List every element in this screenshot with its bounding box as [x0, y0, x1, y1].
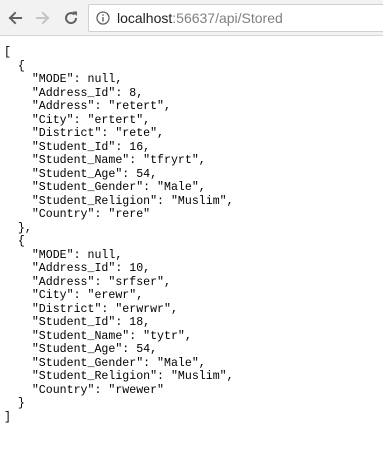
browser-toolbar: localhost:56637/api/Stored: [0, 0, 383, 36]
forward-button[interactable]: [31, 6, 55, 30]
reload-button[interactable]: [59, 6, 83, 30]
forward-arrow-icon: [36, 11, 50, 25]
url-text[interactable]: localhost:56637/api/Stored: [117, 5, 283, 31]
json-response-body: [ { "MODE": null, "Address_Id": 8, "Addr…: [4, 46, 234, 424]
back-button[interactable]: [3, 6, 27, 30]
url-path: :56637/api/Stored: [172, 10, 283, 26]
address-bar[interactable]: localhost:56637/api/Stored: [88, 4, 383, 32]
info-icon[interactable]: [96, 11, 110, 25]
reload-icon: [65, 11, 78, 25]
url-host: localhost: [117, 10, 173, 26]
back-arrow-icon: [8, 11, 22, 25]
